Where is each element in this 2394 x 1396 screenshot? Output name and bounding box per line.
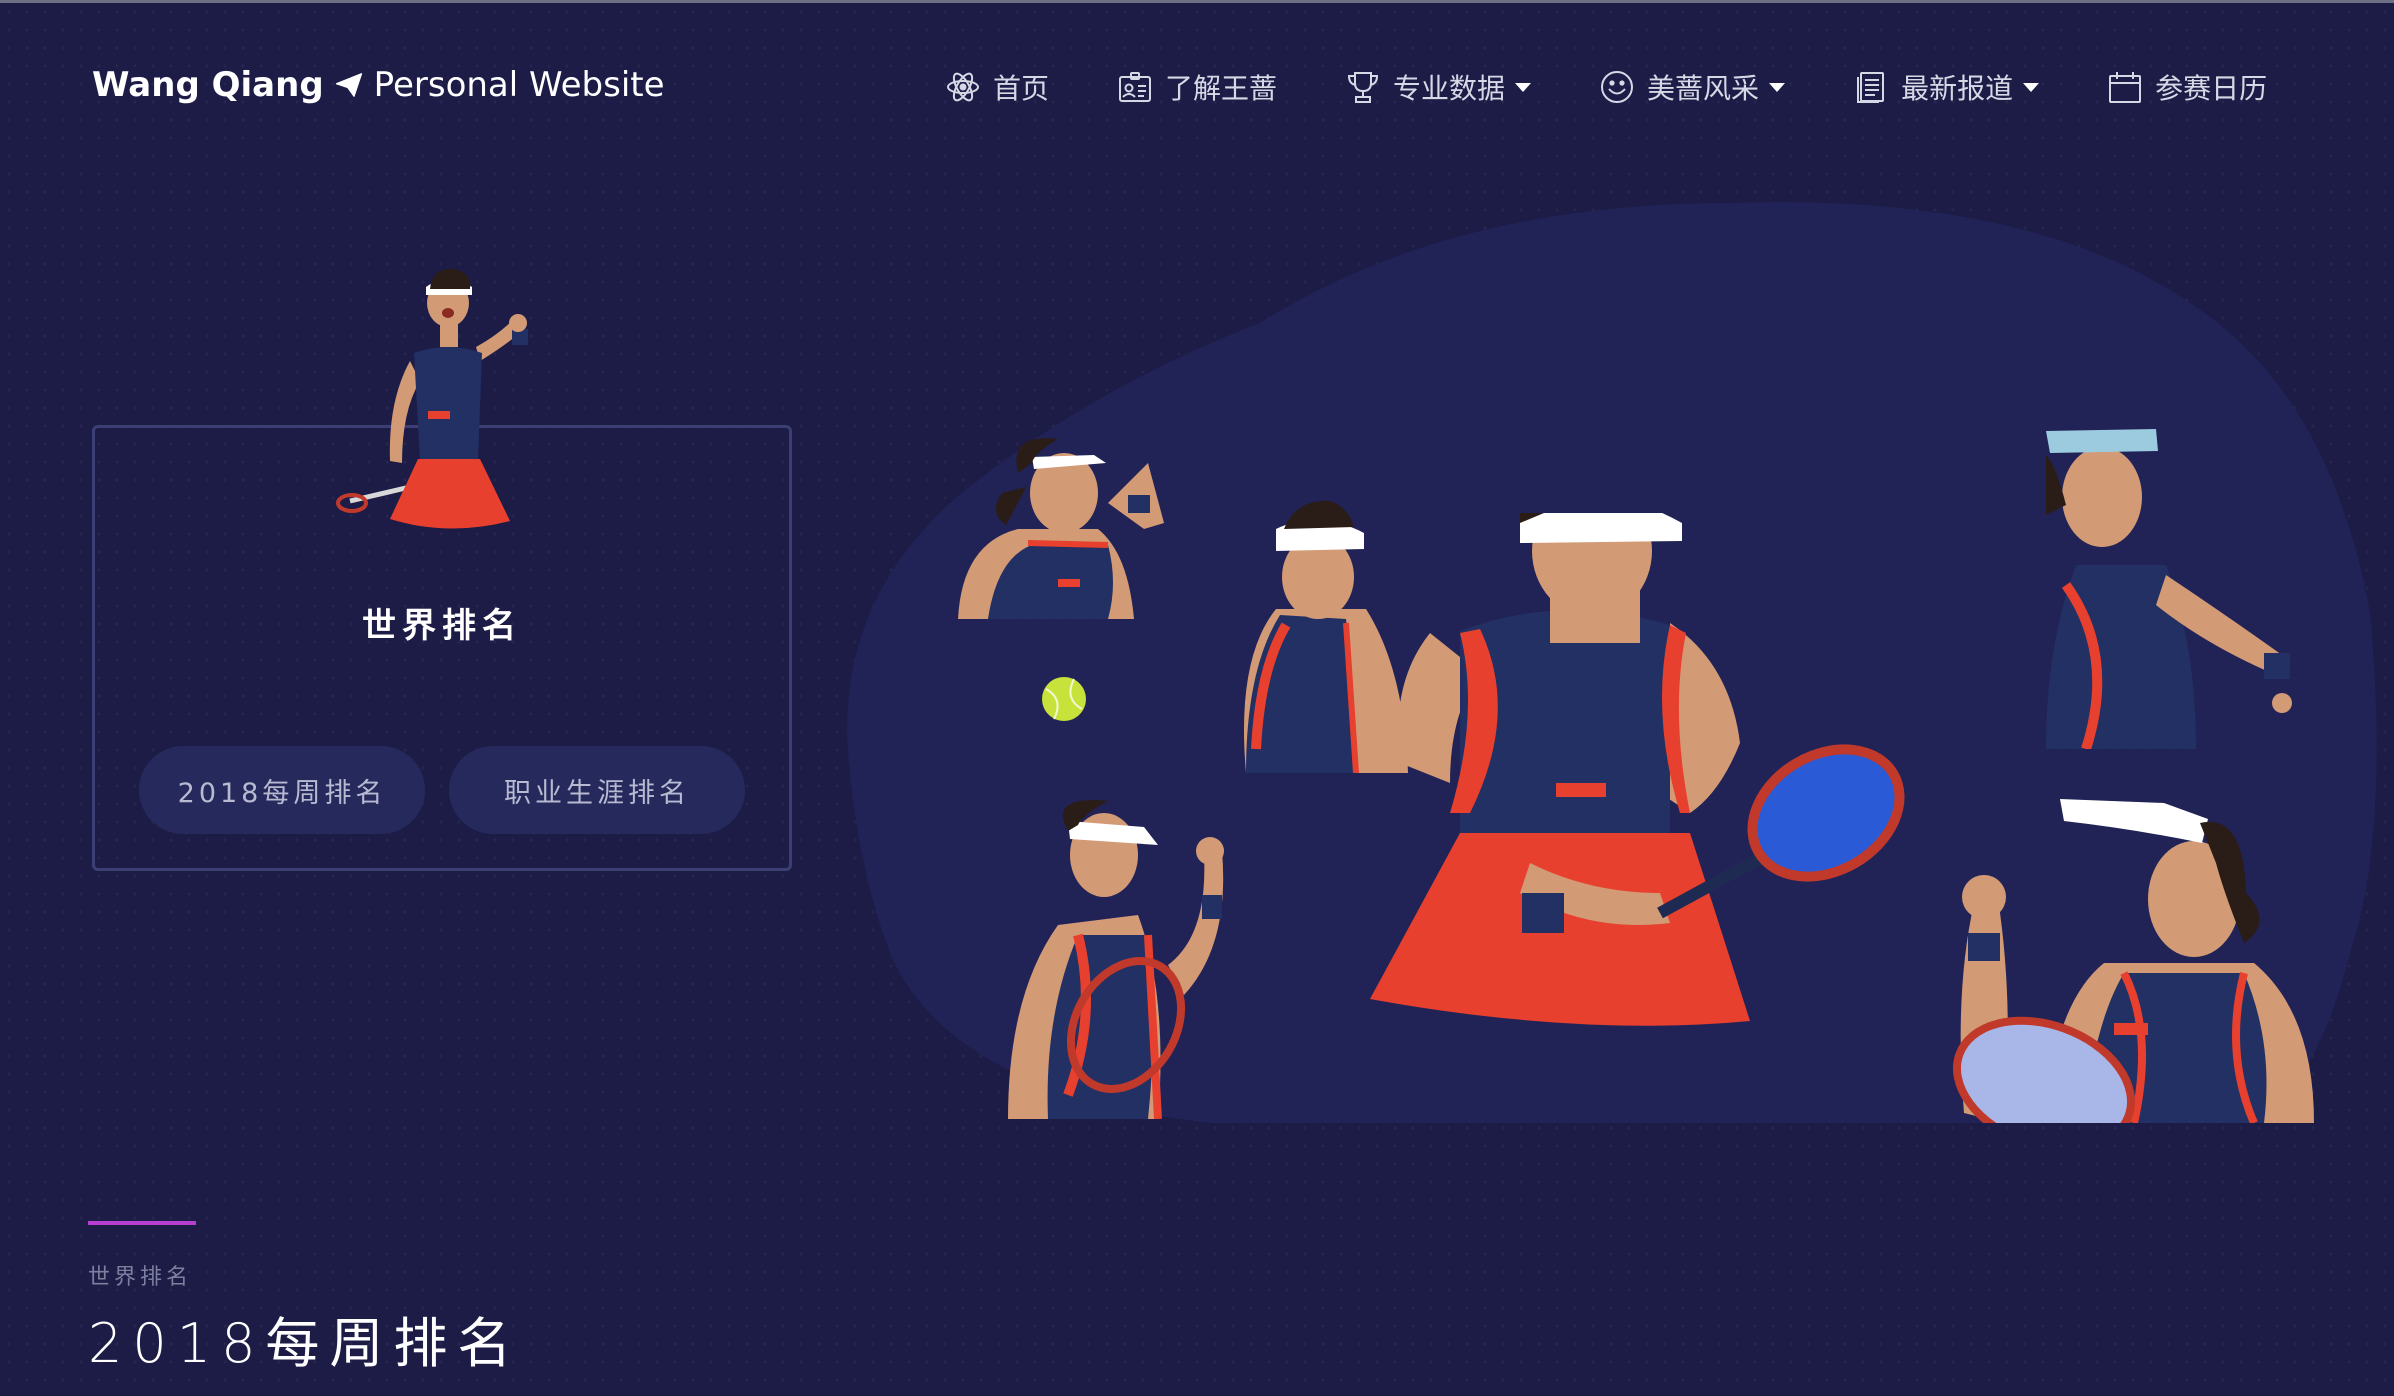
section-accent-line xyxy=(88,1221,196,1225)
nav-home[interactable]: 首页 xyxy=(945,67,1049,107)
section-title: 2018每周排名 xyxy=(88,1312,522,1375)
nav-calendar-label: 参赛日历 xyxy=(2155,72,2268,105)
nav-news[interactable]: 最新报道 xyxy=(1853,67,2040,107)
chevron-down-icon xyxy=(1769,82,1786,92)
calendar-icon xyxy=(2109,72,2142,103)
player-fist-photo xyxy=(1008,800,1224,1119)
section-subtitle: 世界排名 xyxy=(88,1265,193,1290)
nav-home-label: 首页 xyxy=(993,72,1050,105)
brand-subtitle: Personal Website xyxy=(373,65,665,105)
player-celebrate-photo xyxy=(1952,799,2314,1123)
main-nav: 首页 了解王蔷 专业数据 美蔷风采 最新报道 参赛日历 xyxy=(945,67,2267,107)
brand-name: Wang Qiang xyxy=(92,65,324,105)
nav-about-label: 了解王蔷 xyxy=(1165,72,1278,105)
player-main-photo xyxy=(1370,513,1905,1026)
chevron-down-icon xyxy=(1515,82,1532,92)
nav-news-label: 最新报道 xyxy=(1901,72,2014,105)
document-icon xyxy=(1857,72,1885,103)
smiley-icon xyxy=(1601,71,1634,103)
nav-stats-label: 专业数据 xyxy=(1393,72,1506,105)
nav-about[interactable]: 了解王蔷 xyxy=(1117,67,1277,107)
player-backhand-photo xyxy=(2046,429,2292,749)
career-ranking-button[interactable]: 职业生涯排名 xyxy=(449,746,745,834)
paper-plane-icon xyxy=(335,73,362,97)
nav-gallery[interactable]: 美蔷风采 xyxy=(1599,67,1786,107)
player-cheering-photo xyxy=(336,268,528,529)
card-title: 世界排名 xyxy=(362,606,522,646)
trophy-icon xyxy=(1348,72,1379,103)
atom-icon xyxy=(947,72,979,102)
chevron-down-icon xyxy=(2023,82,2040,92)
id-card-icon xyxy=(1119,72,1152,102)
weekly-ranking-button[interactable]: 2018每周排名 xyxy=(139,746,425,834)
nav-calendar[interactable]: 参赛日历 xyxy=(2107,67,2267,107)
brand-logo[interactable]: Wang Qiang Personal Website xyxy=(92,65,665,105)
tennis-ball-icon xyxy=(1042,677,1086,721)
nav-gallery-label: 美蔷风采 xyxy=(1647,72,1760,105)
page: Wang Qiang Personal Website 首页 了解王蔷 专业数据… xyxy=(0,0,2394,1396)
player-visor-photo xyxy=(958,438,1164,619)
nav-stats[interactable]: 专业数据 xyxy=(1345,67,1532,107)
